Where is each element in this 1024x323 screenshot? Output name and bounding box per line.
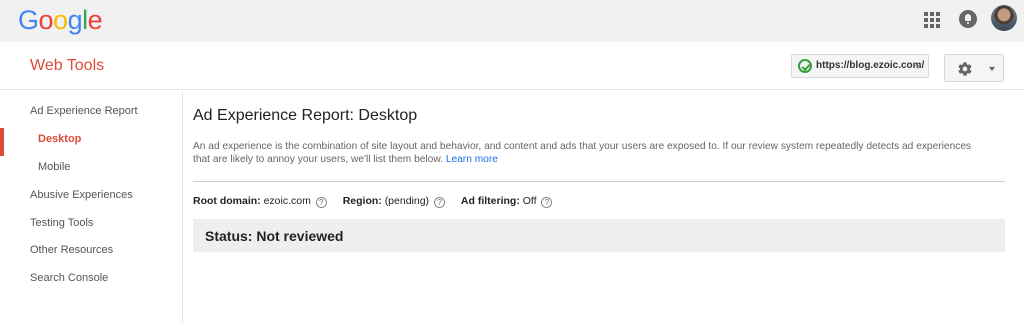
intro-paragraph: An ad experience is the combination of s… xyxy=(193,141,972,165)
chevron-down-icon xyxy=(989,67,995,71)
region-field: Region: (pending) ? xyxy=(343,195,445,208)
root-domain-field: Root domain: ezoic.com ? xyxy=(193,195,327,208)
ad-filtering-field: Ad filtering: Off ? xyxy=(461,195,553,208)
chevron-down-icon xyxy=(915,65,921,69)
root-domain-label: Root domain: xyxy=(193,195,261,207)
status-text: Status: Not reviewed xyxy=(205,228,344,244)
google-logo[interactable]: Google xyxy=(18,5,103,35)
app-header: Web Tools https://blog.ezoic.com/ xyxy=(0,42,1024,90)
help-icon[interactable]: ? xyxy=(541,197,553,208)
logo-letter: g xyxy=(67,5,83,35)
notifications-icon[interactable] xyxy=(959,10,977,28)
page-title: Ad Experience Report: Desktop xyxy=(193,107,418,124)
learn-more-link[interactable]: Learn more xyxy=(446,154,498,165)
sidebar: Ad Experience Report Desktop Mobile Abus… xyxy=(0,91,183,323)
sidebar-item-desktop[interactable]: Desktop xyxy=(38,133,81,145)
region-value: (pending) xyxy=(384,195,430,207)
settings-button[interactable] xyxy=(944,54,1004,82)
ad-filtering-value: Off xyxy=(522,195,537,207)
logo-letter: o xyxy=(53,5,68,35)
logo-letter: G xyxy=(18,5,39,35)
active-indicator xyxy=(0,128,4,156)
sidebar-item-mobile[interactable]: Mobile xyxy=(38,161,70,173)
main-content: Ad Experience Report: Desktop An ad expe… xyxy=(193,91,1005,323)
gear-icon xyxy=(958,62,972,76)
root-domain-value: ezoic.com xyxy=(263,195,311,207)
sidebar-item-ad-experience-report[interactable]: Ad Experience Report xyxy=(30,105,138,117)
divider xyxy=(193,181,1005,182)
region-label: Region: xyxy=(342,195,382,207)
report-meta: Root domain: ezoic.com ? Region: (pendin… xyxy=(193,195,565,208)
property-selector[interactable]: https://blog.ezoic.com/ xyxy=(791,54,929,78)
property-url: https://blog.ezoic.com/ xyxy=(816,60,925,71)
apps-grid-icon[interactable] xyxy=(924,12,940,28)
help-icon[interactable]: ? xyxy=(315,197,327,208)
sidebar-item-search-console[interactable]: Search Console xyxy=(30,272,108,284)
avatar[interactable] xyxy=(991,5,1017,31)
logo-letter: o xyxy=(38,5,54,35)
app-title[interactable]: Web Tools xyxy=(30,57,104,75)
verified-check-icon xyxy=(798,59,812,73)
logo-letter: e xyxy=(87,5,103,35)
sidebar-item-testing-tools[interactable]: Testing Tools xyxy=(30,217,93,229)
help-icon[interactable]: ? xyxy=(433,197,445,208)
sidebar-item-abusive-experiences[interactable]: Abusive Experiences xyxy=(30,189,133,201)
ad-filtering-label: Ad filtering: xyxy=(460,195,520,207)
top-bar: Google xyxy=(0,0,1024,42)
sidebar-item-other-resources[interactable]: Other Resources xyxy=(30,244,113,256)
status-panel: Status: Not reviewed xyxy=(193,219,1005,252)
intro-text: An ad experience is the combination of s… xyxy=(193,140,973,166)
